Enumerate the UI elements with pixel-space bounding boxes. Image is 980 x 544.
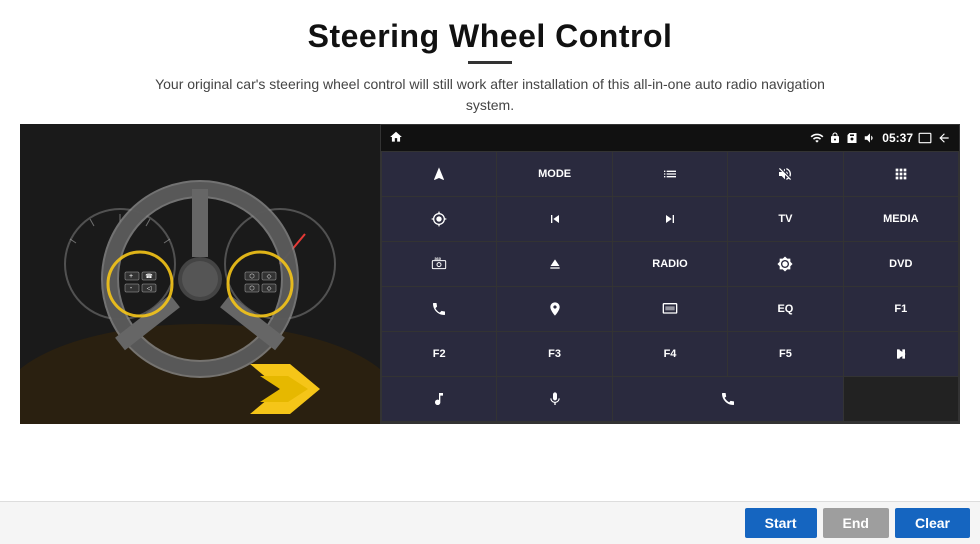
volume-icon bbox=[863, 131, 877, 145]
page-title: Steering Wheel Control bbox=[40, 18, 940, 55]
btn-f3[interactable]: F3 bbox=[497, 332, 611, 376]
clear-button[interactable]: Clear bbox=[895, 508, 970, 538]
svg-text:+: + bbox=[129, 273, 133, 280]
wifi-icon bbox=[810, 131, 824, 145]
svg-text:◇: ◇ bbox=[267, 274, 272, 280]
status-time: 05:37 bbox=[882, 131, 913, 145]
svg-text:⬡: ⬡ bbox=[249, 285, 254, 292]
page-wrapper: Steering Wheel Control Your original car… bbox=[0, 0, 980, 544]
header-section: Steering Wheel Control Your original car… bbox=[0, 0, 980, 124]
btn-prev[interactable] bbox=[497, 197, 611, 241]
btn-f1[interactable]: F1 bbox=[844, 287, 958, 331]
btn-mute[interactable] bbox=[728, 152, 842, 196]
radio-panel: 05:37 MODE bbox=[380, 124, 960, 424]
btn-f4[interactable]: F4 bbox=[613, 332, 727, 376]
btn-f2[interactable]: F2 bbox=[382, 332, 496, 376]
btn-dash[interactable] bbox=[613, 287, 727, 331]
btn-next[interactable] bbox=[613, 197, 727, 241]
screen-icon bbox=[918, 131, 932, 145]
svg-text:360: 360 bbox=[435, 256, 442, 261]
btn-f5[interactable]: F5 bbox=[728, 332, 842, 376]
btn-list[interactable] bbox=[613, 152, 727, 196]
svg-text:⬡: ⬡ bbox=[249, 273, 254, 280]
btn-mic[interactable] bbox=[497, 377, 611, 421]
subtitle: Your original car's steering wheel contr… bbox=[140, 74, 840, 116]
back-icon bbox=[937, 131, 951, 145]
btn-eq[interactable]: EQ bbox=[728, 287, 842, 331]
btn-mode[interactable]: MODE bbox=[497, 152, 611, 196]
btn-radio[interactable]: RADIO bbox=[613, 242, 727, 286]
sim-icon bbox=[846, 132, 858, 144]
button-grid: MODE bbox=[381, 151, 959, 423]
status-icons: 05:37 bbox=[810, 131, 951, 145]
steering-wheel-image: + - ☎ ◁ ⬡ ⬡ ◇ ◇ bbox=[20, 124, 380, 424]
btn-empty-1 bbox=[844, 377, 958, 421]
end-button[interactable]: End bbox=[823, 508, 889, 538]
start-button[interactable]: Start bbox=[745, 508, 817, 538]
btn-music[interactable] bbox=[382, 377, 496, 421]
content-row: + - ☎ ◁ ⬡ ⬡ ◇ ◇ bbox=[0, 124, 980, 501]
btn-playpause[interactable] bbox=[844, 332, 958, 376]
status-bar: 05:37 bbox=[381, 125, 959, 151]
bottom-controls: Start End Clear bbox=[0, 501, 980, 544]
title-divider bbox=[468, 61, 512, 64]
btn-360[interactable]: 360 bbox=[382, 242, 496, 286]
btn-brightness[interactable] bbox=[728, 242, 842, 286]
btn-gps[interactable] bbox=[497, 287, 611, 331]
btn-apps[interactable] bbox=[844, 152, 958, 196]
svg-text:◁: ◁ bbox=[147, 286, 152, 292]
svg-text:◇: ◇ bbox=[267, 286, 272, 292]
btn-eject[interactable] bbox=[497, 242, 611, 286]
svg-text:☎: ☎ bbox=[145, 273, 153, 280]
btn-phone[interactable] bbox=[382, 287, 496, 331]
btn-settings[interactable] bbox=[382, 197, 496, 241]
btn-tv[interactable]: TV bbox=[728, 197, 842, 241]
btn-nav[interactable] bbox=[382, 152, 496, 196]
lock-icon bbox=[829, 132, 841, 144]
btn-media[interactable]: MEDIA bbox=[844, 197, 958, 241]
btn-dvd[interactable]: DVD bbox=[844, 242, 958, 286]
btn-hangup[interactable] bbox=[613, 377, 843, 421]
status-home-icon bbox=[389, 130, 403, 147]
